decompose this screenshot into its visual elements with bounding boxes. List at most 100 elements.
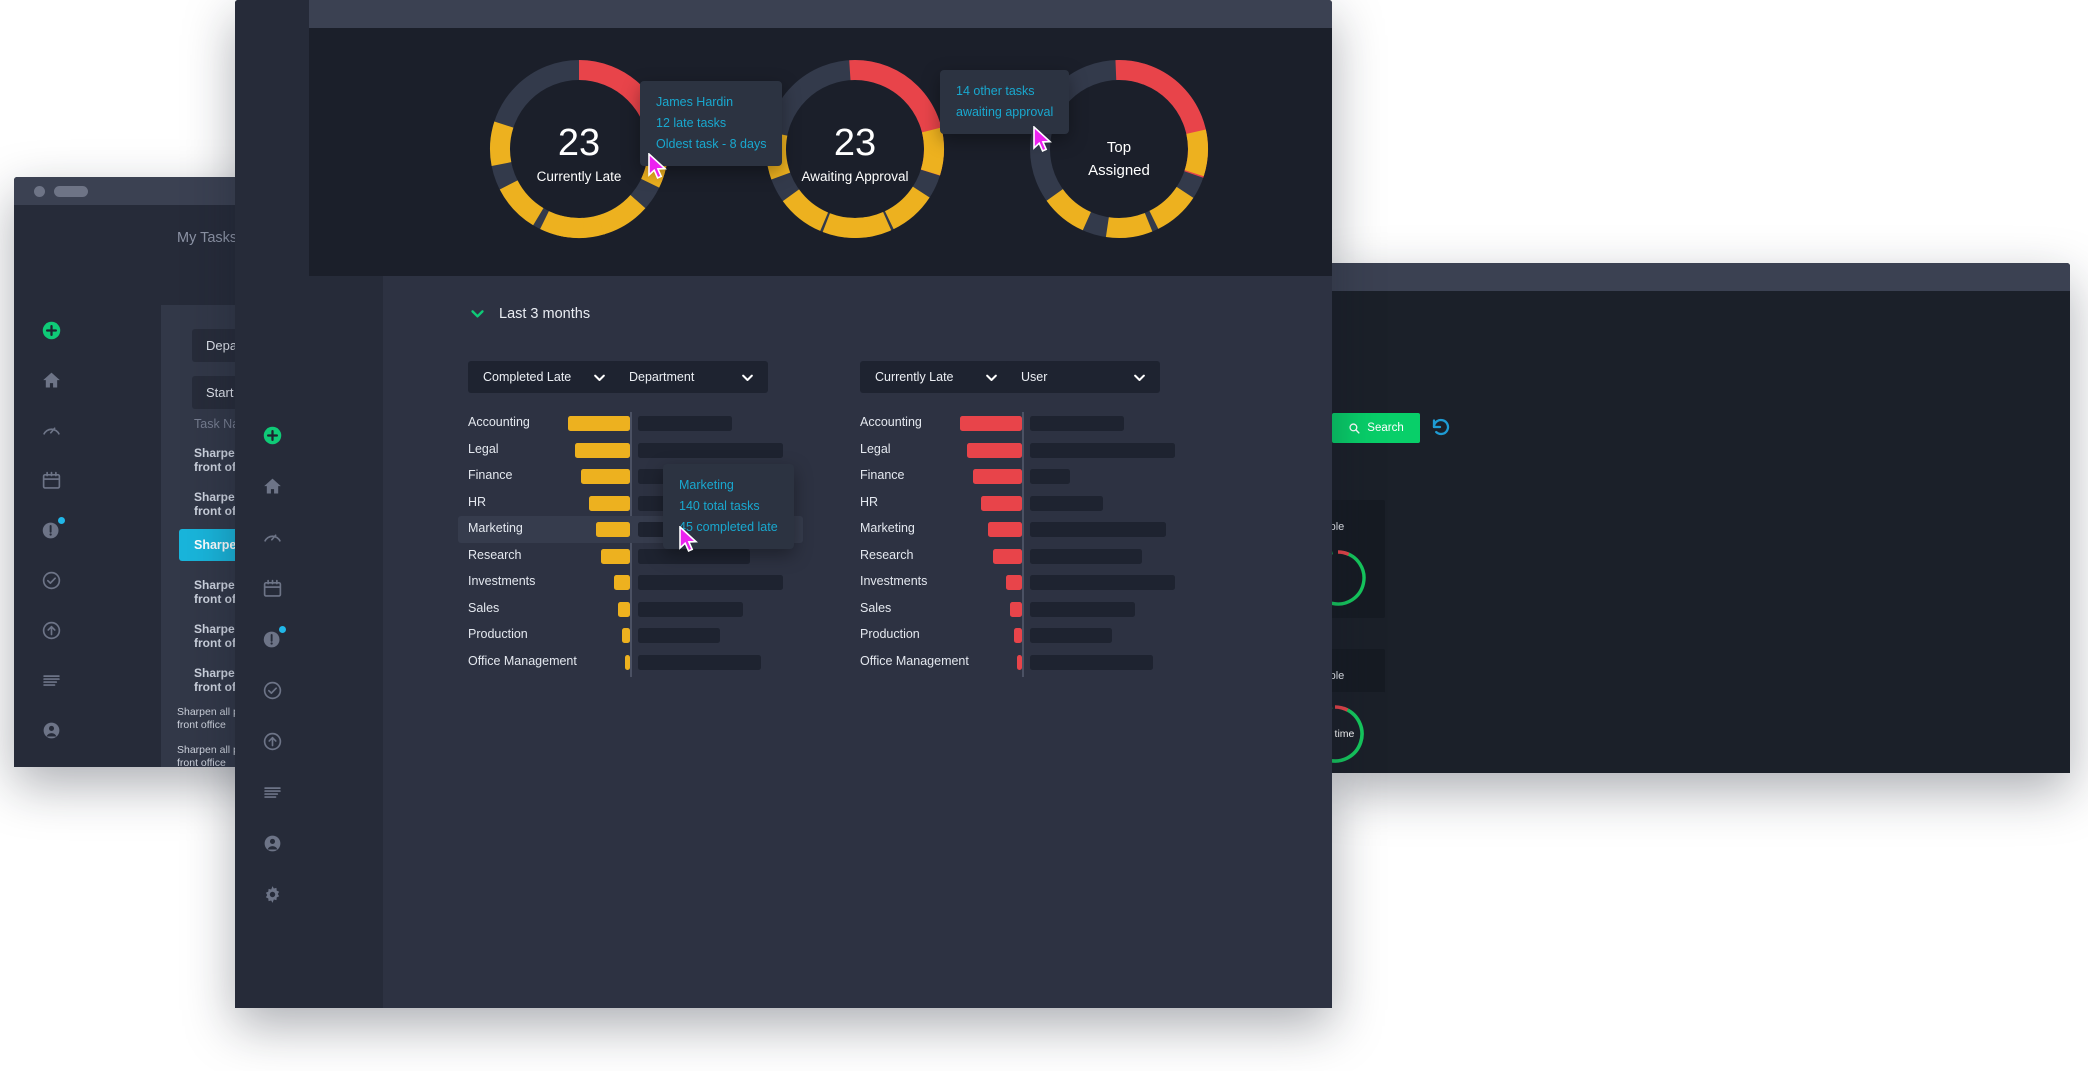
titlebar-reports[interactable]	[1330, 263, 2070, 291]
bar-secondary[interactable]	[638, 628, 720, 643]
select-department-label: Department	[629, 370, 694, 384]
sidebar-item-calendar[interactable]	[257, 573, 287, 603]
bar-secondary[interactable]	[638, 602, 743, 617]
bar-secondary[interactable]	[638, 575, 783, 590]
tooltip-bar-dept: Marketing	[679, 475, 778, 496]
chart-row[interactable]: Investments	[458, 569, 803, 596]
sidebar-item-account[interactable]	[36, 715, 66, 745]
bar-primary[interactable]	[1014, 628, 1022, 643]
window-close-dot[interactable]	[34, 186, 45, 197]
bar-secondary[interactable]	[1030, 469, 1070, 484]
bar-primary[interactable]	[967, 443, 1022, 458]
bar-secondary[interactable]	[1030, 628, 1112, 643]
mouse-cursor-3	[678, 526, 700, 554]
sidebar-item-account[interactable]	[257, 828, 287, 858]
select-currently-late[interactable]: Currently Late	[860, 361, 1012, 393]
bar-secondary[interactable]	[1030, 496, 1103, 511]
donut-2-value: 23	[760, 124, 950, 162]
titlebar-analytics[interactable]	[235, 0, 1332, 28]
chart-row[interactable]: Accounting	[458, 410, 803, 437]
bar-secondary[interactable]	[638, 443, 783, 458]
calendar-icon	[41, 470, 62, 491]
sidebar-item-add[interactable]	[36, 315, 66, 345]
chart-row[interactable]: Legal	[850, 437, 1195, 464]
bar-primary[interactable]	[601, 549, 630, 564]
progress-card-2-status: On time	[1330, 728, 1364, 740]
bar-primary[interactable]	[622, 628, 630, 643]
chart-row[interactable]: Sales	[850, 596, 1195, 623]
chart-row[interactable]: Production	[458, 622, 803, 649]
bar-primary[interactable]	[988, 522, 1022, 537]
bar-primary[interactable]	[1006, 575, 1022, 590]
tooltip-approval: 14 other tasks awaiting approval	[940, 70, 1069, 134]
bar-primary[interactable]	[618, 602, 630, 617]
chart-row[interactable]: Office Management	[850, 649, 1195, 676]
bar-secondary[interactable]	[1030, 602, 1135, 617]
bar-primary[interactable]	[960, 416, 1022, 431]
bar-primary[interactable]	[625, 655, 630, 670]
settings-gear-icon	[262, 884, 283, 905]
bar-primary[interactable]	[581, 469, 630, 484]
bar-secondary[interactable]	[1030, 522, 1166, 537]
bar-secondary[interactable]	[1030, 443, 1175, 458]
chart-row[interactable]: Office Management	[458, 649, 803, 676]
bar-primary[interactable]	[614, 575, 630, 590]
bar-primary[interactable]	[993, 549, 1022, 564]
chart-row[interactable]: Finance	[850, 463, 1195, 490]
sidebar-item-lists[interactable]	[36, 665, 66, 695]
window-analytics[interactable]: 23 Currently Late 23 Awaiting Approval T…	[235, 0, 1332, 1008]
progress-card-2[interactable]: Tasks Complete 18 / 24 Start 06/16 End 0…	[1330, 692, 1386, 773]
sidebar-item-add[interactable]	[257, 420, 287, 450]
window-reports[interactable]: Search new people time new people Tasks …	[1330, 263, 2070, 773]
chart-category-label: Sales	[468, 601, 499, 615]
select-completed-late[interactable]: Completed Late	[468, 361, 620, 393]
chart-category-label: Legal	[468, 442, 499, 456]
period-selector[interactable]: Last 3 months	[469, 305, 590, 322]
sidebar-item-home[interactable]	[257, 471, 287, 501]
sidebar-rail-analytics	[235, 0, 309, 1008]
mini-card-1[interactable]: new people time	[1331, 500, 1385, 618]
bar-secondary[interactable]	[638, 416, 732, 431]
sidebar-item-lists[interactable]	[257, 777, 287, 807]
bar-primary[interactable]	[1010, 602, 1022, 617]
chart-row[interactable]: Accounting	[850, 410, 1195, 437]
sidebar-item-alerts[interactable]	[36, 515, 66, 545]
sidebar-item-alerts[interactable]	[257, 624, 287, 654]
bar-secondary[interactable]	[1030, 416, 1124, 431]
chart-category-label: Finance	[860, 468, 904, 482]
sidebar-item-settings[interactable]	[257, 879, 287, 909]
sidebar-item-settings[interactable]	[36, 765, 66, 767]
bar-secondary[interactable]	[638, 655, 761, 670]
bar-secondary[interactable]	[1030, 549, 1142, 564]
bar-primary[interactable]	[1017, 655, 1022, 670]
sidebar-item-dashboard[interactable]	[36, 415, 66, 445]
chart-row[interactable]: HR	[850, 490, 1195, 517]
chart-category-label: Legal	[860, 442, 891, 456]
sidebar-item-upload[interactable]	[257, 726, 287, 756]
chart-row[interactable]: Marketing	[850, 516, 1195, 543]
sidebar-item-calendar[interactable]	[36, 465, 66, 495]
chart-row[interactable]: Research	[850, 543, 1195, 570]
sidebar-item-home[interactable]	[36, 365, 66, 395]
bar-primary[interactable]	[568, 416, 630, 431]
chart-row[interactable]: Investments	[850, 569, 1195, 596]
bar-primary[interactable]	[589, 496, 630, 511]
bar-secondary[interactable]	[1030, 655, 1153, 670]
sidebar-item-tasks[interactable]	[257, 675, 287, 705]
bar-secondary[interactable]	[1030, 575, 1175, 590]
select-department[interactable]: Department	[614, 361, 768, 393]
bar-primary[interactable]	[973, 469, 1022, 484]
bar-primary[interactable]	[575, 443, 630, 458]
sidebar-item-dashboard[interactable]	[257, 522, 287, 552]
sidebar-item-upload[interactable]	[36, 615, 66, 645]
chart-row[interactable]: Legal	[458, 437, 803, 464]
search-button[interactable]: Search	[1332, 413, 1420, 443]
window-controls-pill[interactable]	[54, 186, 88, 197]
select-user[interactable]: User	[1006, 361, 1160, 393]
refresh-icon[interactable]	[1429, 415, 1453, 439]
bar-primary[interactable]	[981, 496, 1022, 511]
bar-primary[interactable]	[596, 522, 630, 537]
sidebar-item-tasks[interactable]	[36, 565, 66, 595]
chart-row[interactable]: Sales	[458, 596, 803, 623]
chart-row[interactable]: Production	[850, 622, 1195, 649]
